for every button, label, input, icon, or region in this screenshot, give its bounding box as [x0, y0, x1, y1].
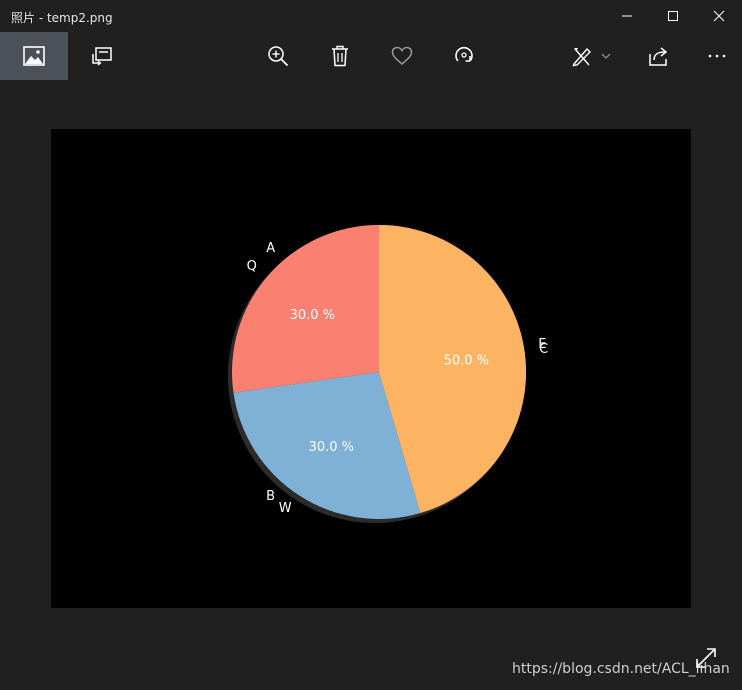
fullscreen-button[interactable] — [694, 646, 718, 670]
slice-percent-c: 50.0 % — [444, 353, 489, 368]
view-image-button[interactable] — [0, 32, 68, 80]
minimize-icon — [622, 15, 632, 17]
zoom-button[interactable] — [256, 32, 300, 80]
image-icon — [23, 46, 45, 66]
slice-label-c: C — [539, 342, 548, 357]
toolbar — [0, 32, 742, 80]
slice-percent-w: 30.0 % — [309, 440, 354, 455]
chevron-down-icon — [601, 53, 611, 59]
slideshow-button[interactable] — [80, 32, 124, 80]
favorite-button[interactable] — [380, 32, 424, 80]
slice-label-a: A — [266, 241, 275, 256]
edit-create-button[interactable] — [566, 32, 616, 80]
share-button[interactable] — [637, 32, 681, 80]
close-icon — [713, 10, 725, 22]
edit-create-icon — [572, 47, 591, 67]
more-icon — [708, 54, 726, 58]
maximize-button[interactable] — [650, 0, 696, 32]
close-button[interactable] — [696, 0, 742, 32]
pie-2: Q 30.0 % W 30.0 % C 50.0 % — [228, 225, 548, 523]
minimize-button[interactable] — [604, 0, 650, 32]
trash-icon — [332, 45, 348, 67]
zoom-in-icon — [268, 46, 289, 67]
slideshow-icon — [92, 47, 112, 66]
pie-chart: A20.0 %B30.0 %E40.0 %Q30.0 %W30.0 %C50.0… — [228, 225, 548, 523]
slice-percent-q: 30.0 % — [290, 308, 335, 323]
title-bar: 照片 - temp2.png — [0, 0, 742, 32]
image-viewer[interactable]: A20.0 %B30.0 %E40.0 %Q30.0 %W30.0 %C50.0… — [51, 129, 691, 608]
expand-icon — [696, 648, 716, 668]
slice-label-w: W — [279, 501, 292, 516]
delete-button[interactable] — [318, 32, 362, 80]
rotate-button[interactable] — [442, 32, 486, 80]
window-title: 照片 - temp2.png — [11, 11, 113, 25]
share-icon — [649, 47, 668, 66]
slice-label-b: B — [266, 489, 275, 504]
heart-icon — [391, 46, 413, 65]
maximize-icon — [668, 11, 678, 21]
more-button[interactable] — [697, 32, 737, 80]
rotate-icon — [455, 46, 473, 62]
slice-label-q: Q — [247, 259, 257, 274]
